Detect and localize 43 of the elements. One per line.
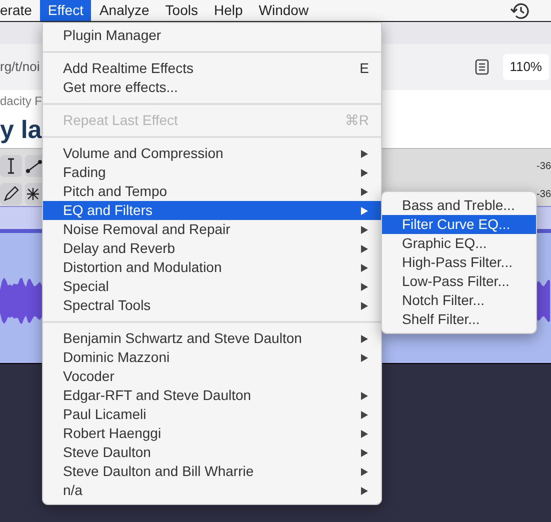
menu-item[interactable]: Steve Daulton	[43, 443, 381, 462]
menu-item[interactable]: Fading	[43, 163, 381, 182]
menu-bar-item[interactable]: Tools	[157, 0, 206, 21]
menu-item[interactable]: High-Pass Filter...	[382, 253, 536, 272]
menu-item[interactable]: Pitch and Tempo	[43, 182, 381, 201]
menu-item[interactable]: EQ and Filters	[43, 201, 381, 220]
menu-item[interactable]: Delay and Reverb	[43, 239, 381, 258]
menu-item[interactable]: Special	[43, 277, 381, 296]
url-text: rg/t/noi	[0, 58, 40, 76]
menu-item[interactable]: Get more effects...	[43, 78, 381, 97]
site-title: dacity F	[0, 93, 42, 110]
menu-item[interactable]: Benjamin Schwartz and Steve Daulton	[43, 329, 381, 348]
menu-item[interactable]: n/a	[43, 481, 381, 500]
menu-item[interactable]: Volume and Compression	[43, 144, 381, 163]
zoom-level[interactable]: 110%	[502, 54, 549, 80]
pencil-tool-icon[interactable]	[0, 183, 22, 205]
menu-item[interactable]: Vocoder	[43, 367, 381, 386]
menu-bar-item[interactable]: erate	[0, 0, 40, 21]
menu-item[interactable]: Filter Curve EQ...	[382, 215, 536, 234]
menu-bar-item[interactable]: Effect	[40, 0, 92, 21]
meter-tick-label: -36	[536, 188, 551, 202]
meter-tick-label: -36	[536, 160, 551, 174]
menu-item[interactable]: Noise Removal and Repair	[43, 220, 381, 239]
menu-item[interactable]: Spectral Tools	[43, 296, 381, 315]
selection-tool-icon[interactable]	[0, 155, 22, 177]
menu-item[interactable]: Add Realtime Effects E	[43, 59, 381, 78]
menu-bar-item[interactable]: Help	[206, 0, 251, 21]
menu-item[interactable]: Robert Haenggi	[43, 424, 381, 443]
menu-item[interactable]: Dominic Mazzoni	[43, 348, 381, 367]
menu-bar-item[interactable]: Analyze	[91, 0, 158, 21]
menu-item[interactable]: Bass and Treble...	[382, 196, 536, 215]
menu-item[interactable]: Paul Licameli	[43, 405, 381, 424]
page-heading: y la	[0, 118, 42, 142]
menu-item[interactable]: Steve Daulton and Bill Wharrie	[43, 462, 381, 481]
menu-item[interactable]: Edgar-RFT and Steve Daulton	[43, 386, 381, 405]
menu-item[interactable]: Low-Pass Filter...	[382, 272, 536, 291]
history-icon[interactable]	[510, 2, 530, 20]
menu-item[interactable]: Notch Filter...	[382, 291, 536, 310]
menu-bar-item[interactable]: Window	[250, 0, 317, 21]
menu-item[interactable]: Graphic EQ...	[382, 234, 536, 253]
menu-item[interactable]: Shelf Filter...	[382, 310, 536, 329]
reader-icon[interactable]	[474, 59, 489, 75]
menu-item[interactable]: Distortion and Modulation	[43, 258, 381, 277]
